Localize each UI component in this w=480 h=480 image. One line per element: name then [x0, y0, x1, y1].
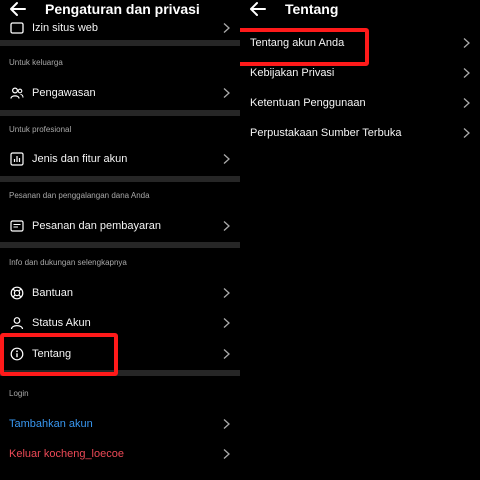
settings-item-orders-payments[interactable]: Pesanan dan pembayaran [0, 212, 240, 240]
settings-privacy-panel: Pengaturan dan privasi Izin situs web Un… [0, 0, 240, 480]
section-divider [0, 110, 240, 116]
about-item-terms-of-use[interactable]: Ketentuan Penggunaan [240, 89, 480, 117]
back-arrow-icon[interactable] [249, 0, 267, 19]
lifebuoy-icon [10, 286, 24, 300]
chevron-right-icon [463, 38, 470, 48]
section-divider [0, 176, 240, 182]
chevron-right-icon [223, 349, 230, 359]
about-item-open-source[interactable]: Perpustakaan Sumber Terbuka [240, 119, 480, 147]
page-title: Tentang [285, 1, 339, 17]
chevron-right-icon [223, 23, 230, 33]
chevron-right-icon [463, 68, 470, 78]
highlight-box-your-account [240, 28, 369, 66]
about-item-label: Perpustakaan Sumber Terbuka [250, 127, 402, 139]
back-arrow-icon[interactable] [9, 0, 27, 19]
settings-item-supervision[interactable]: Pengawasan [0, 79, 240, 107]
chevron-right-icon [223, 419, 230, 429]
chevron-right-icon [223, 88, 230, 98]
page-title: Pengaturan dan privasi [45, 1, 200, 17]
section-divider [0, 40, 240, 46]
chevron-right-icon [223, 154, 230, 164]
settings-item-label: Pengawasan [32, 87, 96, 99]
section-title-login: Login [9, 389, 29, 398]
add-account-link[interactable]: Tambahkan akun [0, 410, 240, 438]
chevron-right-icon [223, 318, 230, 328]
receipt-icon [10, 220, 24, 232]
logout-link[interactable]: Keluar kocheng_loecoe [0, 440, 240, 468]
about-item-label: Ketentuan Penggunaan [250, 97, 366, 109]
highlight-box-about [0, 333, 118, 376]
chevron-right-icon [463, 128, 470, 138]
settings-item-label: Jenis dan fitur akun [32, 153, 128, 165]
section-title-info: Info dan dukungan selengkapnya [9, 258, 127, 267]
settings-item-label: Pesanan dan pembayaran [32, 220, 162, 232]
chevron-right-icon [223, 288, 230, 298]
settings-item-help[interactable]: Bantuan [0, 279, 240, 307]
settings-item-account-type[interactable]: Jenis dan fitur akun [0, 145, 240, 173]
web-icon [10, 22, 24, 34]
chevron-right-icon [223, 221, 230, 231]
logout-label: Keluar kocheng_loecoe [9, 448, 124, 460]
section-title-family: Untuk keluarga [9, 58, 63, 67]
settings-item-label: Bantuan [32, 287, 73, 299]
section-title-orders: Pesanan dan penggalangan dana Anda [9, 191, 150, 200]
settings-item-label: Izin situs web [32, 22, 99, 34]
chevron-right-icon [223, 449, 230, 459]
about-panel: Tentang Tentang akun Anda Kebijakan Priv… [240, 0, 480, 480]
person-icon [10, 317, 24, 330]
settings-item-label: Status Akun [32, 317, 91, 329]
add-account-label: Tambahkan akun [9, 418, 93, 430]
about-header: Tentang [240, 0, 480, 22]
chart-icon [10, 152, 24, 166]
chevron-right-icon [463, 98, 470, 108]
people-icon [10, 87, 24, 99]
settings-header: Pengaturan dan privasi [0, 0, 240, 22]
section-title-professional: Untuk profesional [9, 125, 72, 134]
section-divider [0, 242, 240, 248]
about-item-label: Kebijakan Privasi [250, 67, 335, 79]
